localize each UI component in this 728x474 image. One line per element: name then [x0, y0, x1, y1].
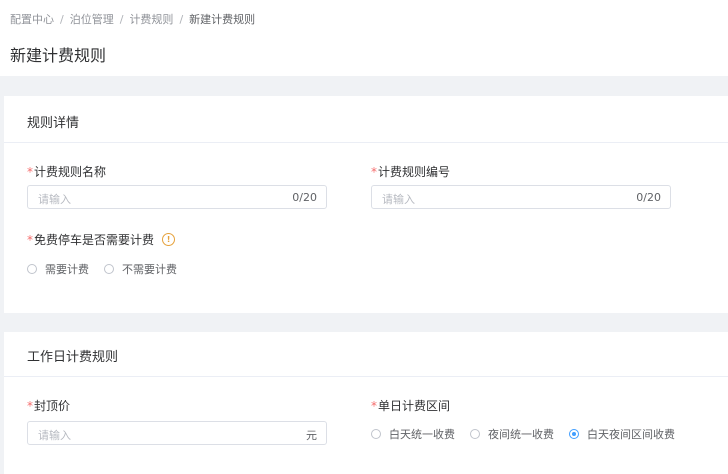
- radio-label: 白天夜间区间收费: [587, 428, 675, 441]
- radio-need-billing[interactable]: 需要计费: [27, 261, 89, 277]
- workday-rule-card: 工作日计费规则 * 封顶价 请输入 元 * 单日计费区间 白天统一收费 夜间统一…: [4, 332, 728, 474]
- free-parking-radio-group: 需要计费 不需要计费: [27, 261, 192, 277]
- breadcrumb-item-berth-management[interactable]: 泊位管理: [70, 11, 114, 27]
- cap-price-label-text: 封顶价: [34, 399, 71, 413]
- rule-code-placeholder: 请输入: [382, 193, 415, 206]
- required-mark: *: [27, 232, 33, 247]
- breadcrumb-item-billing-rules[interactable]: 计费规则: [129, 11, 173, 27]
- rule-name-label-text: 计费规则名称: [34, 165, 107, 179]
- billing-interval-radio-group: 白天统一收费 夜间统一收费 白天夜间区间收费: [371, 426, 690, 442]
- radio-day-night-interval[interactable]: 白天夜间区间收费: [569, 426, 675, 442]
- radio-day-uniform[interactable]: 白天统一收费: [371, 426, 455, 442]
- rule-name-placeholder: 请输入: [38, 193, 71, 206]
- rule-detail-title: 规则详情: [27, 116, 80, 131]
- rule-code-label: * 计费规则编号: [371, 163, 450, 180]
- radio-circle: [104, 264, 114, 274]
- rule-code-input[interactable]: 请输入 0/20: [371, 185, 671, 209]
- radio-circle: [371, 429, 381, 439]
- rule-name-input[interactable]: 请输入 0/20: [27, 185, 327, 209]
- billing-interval-label: * 单日计费区间: [371, 397, 450, 414]
- required-mark: *: [27, 164, 33, 179]
- radio-label: 白天统一收费: [389, 428, 455, 441]
- required-mark: *: [371, 164, 377, 179]
- workday-rule-header: 工作日计费规则: [4, 332, 728, 377]
- breadcrumb-separator: /: [179, 12, 184, 26]
- rule-code-counter: 0/20: [636, 191, 661, 204]
- workday-rule-title: 工作日计费规则: [27, 350, 119, 365]
- breadcrumb: 配置中心 / 泊位管理 / 计费规则 / 新建计费规则: [10, 11, 255, 27]
- breadcrumb-item-config-center[interactable]: 配置中心: [10, 11, 54, 27]
- free-parking-label-text: 免费停车是否需要计费: [34, 233, 155, 247]
- page-title: 新建计费规则: [10, 46, 107, 65]
- rule-detail-header: 规则详情: [4, 96, 728, 143]
- free-parking-label: * 免费停车是否需要计费 !: [27, 231, 176, 248]
- rule-name-counter: 0/20: [292, 191, 317, 204]
- required-mark: *: [371, 398, 377, 413]
- radio-label: 夜间统一收费: [488, 428, 554, 441]
- info-icon[interactable]: !: [162, 233, 176, 246]
- cap-price-input[interactable]: 请输入 元: [27, 421, 327, 445]
- cap-price-label: * 封顶价: [27, 397, 70, 414]
- cap-price-placeholder: 请输入: [38, 429, 71, 442]
- radio-no-billing[interactable]: 不需要计费: [104, 261, 177, 277]
- cap-price-unit: 元: [306, 429, 317, 442]
- page-header: 配置中心 / 泊位管理 / 计费规则 / 新建计费规则 新建计费规则: [0, 0, 728, 76]
- radio-label: 不需要计费: [122, 263, 177, 276]
- required-mark: *: [27, 398, 33, 413]
- rule-name-label: * 计费规则名称: [27, 163, 106, 180]
- radio-night-uniform[interactable]: 夜间统一收费: [470, 426, 554, 442]
- billing-interval-label-text: 单日计费区间: [378, 399, 451, 413]
- rule-detail-card: 规则详情 * 计费规则名称 请输入 0/20 * 计费规则编号 请输入 0/20…: [4, 96, 728, 313]
- radio-circle: [27, 264, 37, 274]
- rule-code-label-text: 计费规则编号: [378, 165, 451, 179]
- breadcrumb-separator: /: [119, 12, 124, 26]
- breadcrumb-item-current: 新建计费规则: [189, 13, 256, 26]
- radio-circle: [470, 429, 480, 439]
- breadcrumb-separator: /: [60, 12, 64, 26]
- radio-circle-checked: [569, 429, 579, 439]
- radio-label: 需要计费: [45, 263, 89, 276]
